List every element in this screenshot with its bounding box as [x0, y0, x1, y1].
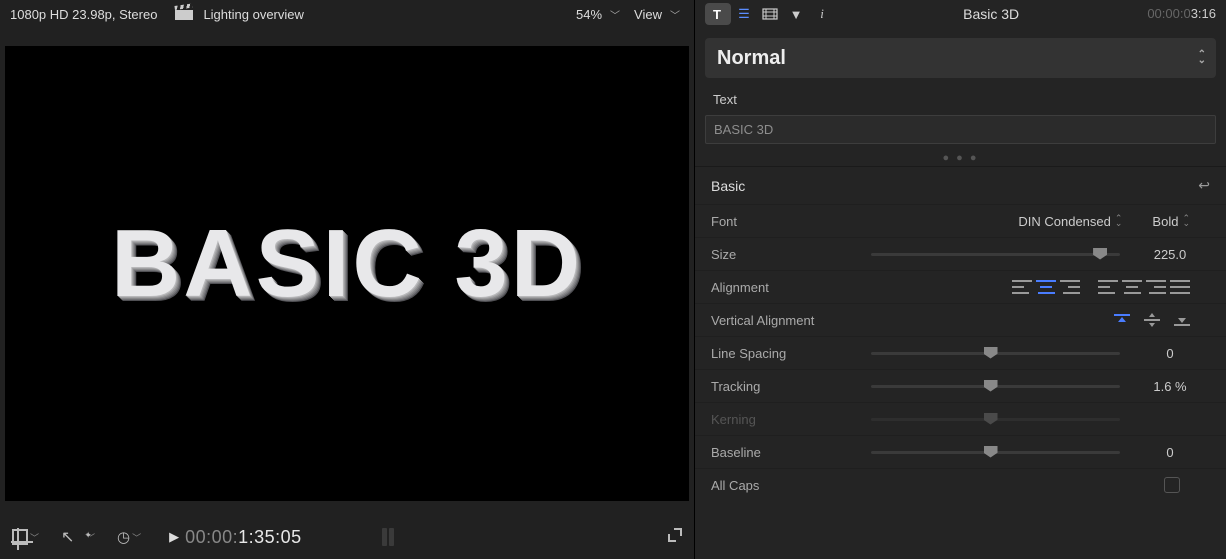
- chevron-down-icon[interactable]: ﹀: [610, 7, 620, 22]
- param-baseline: Baseline 0: [695, 435, 1226, 468]
- clip-title: Lighting overview: [203, 7, 576, 22]
- tc-bright: 1:35:05: [238, 527, 302, 547]
- param-tracking: Tracking 1.6 %: [695, 369, 1226, 402]
- font-family-dropdown[interactable]: DIN Condensed⌃⌄: [1018, 214, 1122, 229]
- meter-bar: [382, 528, 387, 546]
- param-allcaps: All Caps: [695, 468, 1226, 501]
- tab-generator[interactable]: ▼: [783, 3, 809, 25]
- param-linespacing: Line Spacing 0: [695, 336, 1226, 369]
- canvas-3d-title: BASIC 3D: [111, 209, 583, 319]
- param-kerning: Kerning: [695, 402, 1226, 435]
- inspector-timecode: 00:00:03:16: [1147, 6, 1216, 22]
- reset-button[interactable]: ↩: [1198, 177, 1210, 194]
- allcaps-label: All Caps: [711, 478, 861, 493]
- align-jleft[interactable]: [1098, 279, 1118, 295]
- param-font: Font DIN Condensed⌃⌄ Bold⌃⌄: [695, 204, 1226, 237]
- tab-info[interactable]: i: [809, 3, 835, 25]
- tc-dim: 00:00:: [185, 527, 238, 547]
- font-weight-dropdown[interactable]: Bold⌃⌄: [1152, 214, 1190, 229]
- viewer-pane: 1080p HD 23.98p, Stereo Lighting overvie…: [0, 0, 694, 559]
- valign-top[interactable]: [1114, 313, 1130, 327]
- viewer-tools-left: ﹀ ↖﹀ ◷﹀: [12, 527, 141, 547]
- param-valign: Vertical Alignment: [695, 303, 1226, 336]
- view-menu[interactable]: View: [634, 7, 662, 22]
- text-style-dropdown[interactable]: Normal ⌃⌄: [705, 38, 1216, 78]
- expand-handle[interactable]: ● ● ●: [695, 150, 1226, 166]
- inspector-header: T ☰ ▼ i Basic 3D 00:00:03:16: [695, 0, 1226, 28]
- tab-text[interactable]: T: [705, 3, 731, 25]
- valign-middle[interactable]: [1144, 313, 1160, 327]
- inspector-pane: T ☰ ▼ i Basic 3D 00:00:03:16 Normal ⌃⌄ T…: [694, 0, 1226, 559]
- viewer-header: 1080p HD 23.98p, Stereo Lighting overvie…: [0, 0, 694, 28]
- slider-thumb[interactable]: [984, 347, 998, 359]
- fullscreen-button[interactable]: [668, 528, 682, 546]
- enhance-tool[interactable]: ↖﹀: [61, 527, 95, 547]
- align-right[interactable]: [1060, 279, 1080, 295]
- param-size: Size 225.0: [695, 237, 1226, 270]
- valign-bottom[interactable]: [1174, 313, 1190, 327]
- retime-tool[interactable]: ◷﹀: [117, 528, 141, 546]
- size-slider[interactable]: [871, 253, 1120, 256]
- slider-thumb[interactable]: [984, 446, 998, 458]
- tracking-slider[interactable]: [871, 385, 1120, 388]
- param-alignment: Alignment: [695, 270, 1226, 303]
- text-section-label: Text: [695, 84, 1226, 111]
- updown-icon: ⌃⌄: [1198, 52, 1206, 64]
- inspector-tabs: T ☰ ▼ i: [705, 3, 835, 25]
- tracking-value[interactable]: 1.6 %: [1130, 379, 1210, 394]
- tracking-label: Tracking: [711, 379, 861, 394]
- zoom-value[interactable]: 54%: [576, 7, 602, 22]
- align-justify[interactable]: [1170, 279, 1190, 295]
- alignment-buttons: [1012, 279, 1190, 295]
- audio-meters: [382, 528, 394, 546]
- font-label: Font: [711, 214, 861, 229]
- inspector-title: Basic 3D: [835, 6, 1147, 22]
- linespacing-label: Line Spacing: [711, 346, 861, 361]
- tab-title[interactable]: ☰: [731, 3, 757, 25]
- baseline-value[interactable]: 0: [1130, 445, 1210, 460]
- slider-thumb[interactable]: [1093, 248, 1107, 260]
- baseline-label: Baseline: [711, 445, 861, 460]
- align-jcenter[interactable]: [1122, 279, 1142, 295]
- size-label: Size: [711, 247, 861, 262]
- viewer-timecode[interactable]: 00:00:1:35:05: [185, 527, 302, 548]
- align-center[interactable]: [1036, 279, 1056, 295]
- valign-label: Vertical Alignment: [711, 313, 861, 328]
- svg-text:T: T: [713, 7, 721, 21]
- valign-buttons: [1114, 313, 1210, 327]
- text-input[interactable]: BASIC 3D: [705, 115, 1216, 144]
- tab-video[interactable]: [757, 3, 783, 25]
- viewer-canvas[interactable]: BASIC 3D: [5, 46, 689, 501]
- alignment-label: Alignment: [711, 280, 861, 295]
- slider-thumb: [984, 413, 998, 425]
- linespacing-value[interactable]: 0: [1130, 346, 1210, 361]
- slider-thumb[interactable]: [984, 380, 998, 392]
- style-label: Normal: [717, 47, 786, 70]
- linespacing-slider[interactable]: [871, 352, 1120, 355]
- kerning-label: Kerning: [711, 412, 861, 427]
- crop-tool[interactable]: ﹀: [12, 529, 39, 545]
- clapper-icon: [175, 6, 193, 23]
- chevron-down-icon[interactable]: ﹀: [670, 7, 680, 22]
- baseline-slider[interactable]: [871, 451, 1120, 454]
- basic-label: Basic: [711, 178, 745, 194]
- size-value[interactable]: 225.0: [1130, 247, 1210, 262]
- meter-bar: [389, 528, 394, 546]
- allcaps-checkbox[interactable]: [1164, 477, 1180, 493]
- kerning-slider: [871, 418, 1120, 421]
- basic-section-header[interactable]: Basic ↩: [695, 166, 1226, 204]
- align-jright[interactable]: [1146, 279, 1166, 295]
- play-button[interactable]: ▶: [169, 529, 179, 545]
- align-left[interactable]: [1012, 279, 1032, 295]
- format-label: 1080p HD 23.98p, Stereo: [10, 7, 157, 22]
- viewer-toolbar: ﹀ ↖﹀ ◷﹀ ▶ 00:00:1:35:05: [0, 515, 694, 559]
